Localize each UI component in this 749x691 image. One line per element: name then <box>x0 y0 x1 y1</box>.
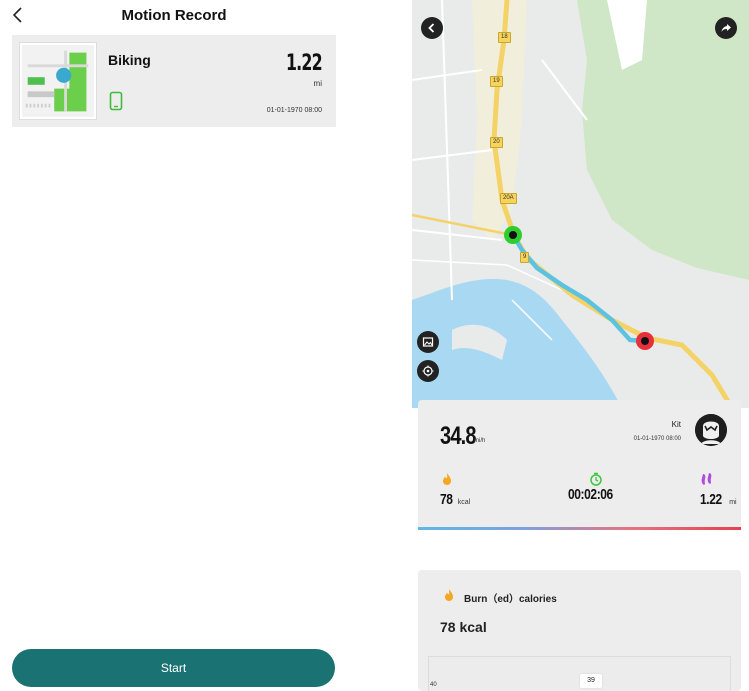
distance-value: 1.22 <box>286 51 323 76</box>
map-thumbnail-icon <box>22 45 94 117</box>
duration-value: 00:02:06 <box>568 486 613 503</box>
image-icon <box>422 337 434 347</box>
workout-summary-card: 34.8 mi/h Kit 01-01-1970 08:00 78 kcal 00… <box>418 400 741 530</box>
calories-metric: 78 kcal <box>440 472 470 509</box>
distance-value: 1.22 <box>700 491 722 508</box>
motion-record-screen: Motion Record Biking 1.22 mi 01-01-1970 … <box>0 0 348 691</box>
gradient-divider <box>418 527 741 530</box>
user-avatar-icon <box>695 414 727 446</box>
duration-metric: 00:02:06 <box>568 472 624 504</box>
calories-unit: kcal <box>457 499 471 506</box>
distance-unit: mi <box>313 79 322 88</box>
share-arrow-icon <box>721 24 731 32</box>
burned-calories-title: Burn（ed）calories <box>464 594 557 605</box>
speed-unit: mi/h <box>474 438 486 444</box>
calories-value: 78 <box>440 491 453 508</box>
crosshair-icon <box>422 365 434 377</box>
map-layer-button[interactable] <box>417 331 439 353</box>
map-canvas <box>412 0 749 408</box>
user-name: Kit <box>671 420 681 429</box>
flame-icon <box>445 589 453 601</box>
road-label: 19 <box>490 76 503 87</box>
page-title: Motion Record <box>121 7 227 24</box>
map-back-button[interactable] <box>421 17 443 39</box>
burned-calories-card: Burn（ed）calories 78 kcal 40 39 <box>418 570 741 691</box>
route-map[interactable]: 18 19 20 20A 9 <box>412 0 749 408</box>
chart-y-tick: 40 <box>430 682 437 688</box>
distance-metric: 1.22 mi <box>700 472 737 509</box>
footprint-icon <box>701 473 712 485</box>
timer-icon <box>590 472 602 486</box>
locate-button[interactable] <box>417 360 439 382</box>
sport-type-label: Biking <box>108 52 151 68</box>
road-label: 20A <box>500 193 517 204</box>
workout-date: 01-01-1970 08:00 <box>633 436 681 442</box>
route-detail-screen: 18 19 20 20A 9 34.8 mi/h Kit 01-01-1970 … <box>412 0 749 691</box>
flame-icon <box>443 473 451 485</box>
phone-icon <box>109 91 123 111</box>
avatar[interactable] <box>695 414 727 446</box>
motion-record-item[interactable]: Biking 1.22 mi 01-01-1970 08:00 <box>12 35 336 127</box>
start-button[interactable]: Start <box>12 649 335 687</box>
road-label: 9 <box>520 252 530 263</box>
record-date: 01-01-1970 08:00 <box>266 107 322 114</box>
burned-calories-value: 78 kcal <box>440 619 487 635</box>
road-label: 20 <box>490 137 503 148</box>
route-thumbnail <box>20 43 96 119</box>
speed-value: 34.8 <box>440 422 477 450</box>
chevron-left-icon <box>428 23 435 33</box>
share-button[interactable] <box>715 17 737 39</box>
chart-tooltip: 39 <box>580 674 602 688</box>
distance-unit: mi <box>729 499 737 506</box>
road-label: 18 <box>498 32 511 43</box>
